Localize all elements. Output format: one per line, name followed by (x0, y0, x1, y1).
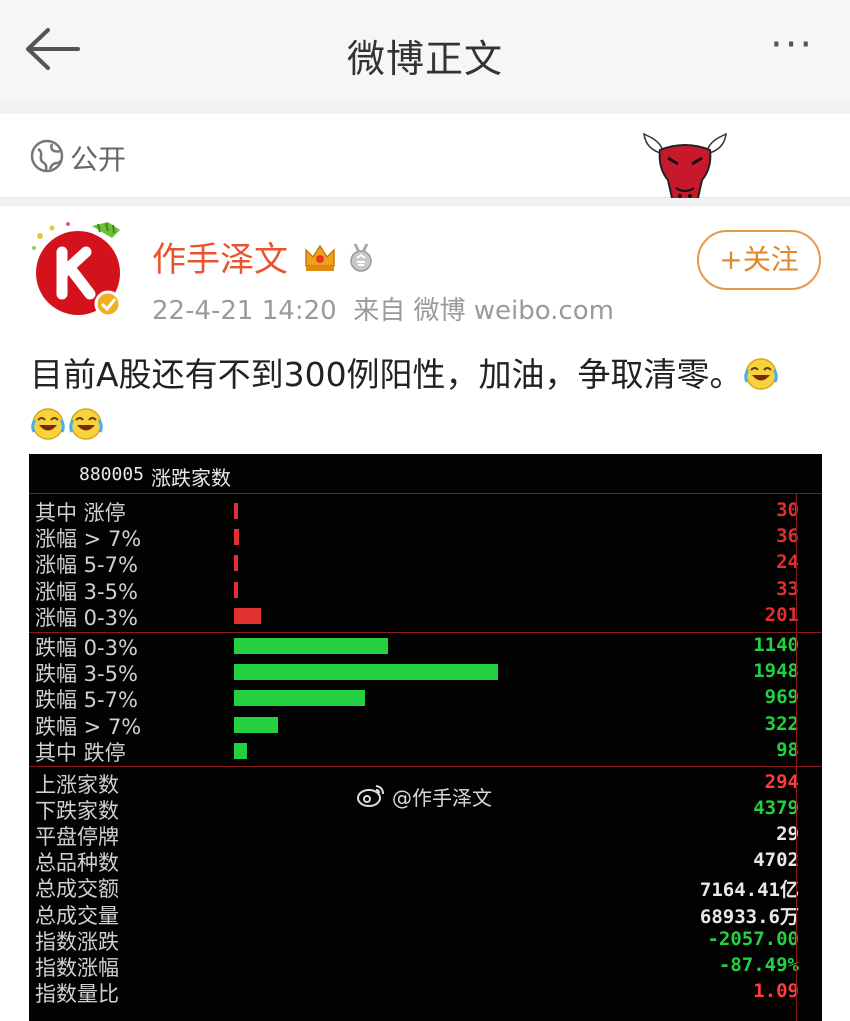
stat-row-value: 1.09 (753, 980, 799, 1003)
stat-row-value: 7164.41亿 (699, 879, 799, 902)
dist-row-value: 201 (764, 603, 799, 626)
laughing-tears-emoji-icon (69, 408, 103, 440)
post-time: 22-4-21 14:20 (152, 296, 337, 326)
stat-row-value: 4379 (753, 796, 799, 819)
advance-bar (234, 555, 238, 572)
medal-badge-icon[interactable] (346, 242, 376, 272)
index-code: 880005 (79, 464, 145, 485)
stat-row-value: 4702 (753, 849, 799, 872)
dist-row-value: 322 (764, 712, 799, 735)
dist-row-label: 其中 跌停 (35, 740, 126, 765)
weibo-logo-icon (357, 785, 384, 807)
more-options-icon[interactable]: ··· (770, 25, 830, 65)
laughing-tears-emoji-icon (743, 358, 778, 390)
stat-row-value: 294 (764, 770, 799, 793)
post-text-block: 目前A股还有不到300例阳性，加油，争取清零。 (30, 352, 830, 398)
page-title: 微博正文 (346, 37, 503, 81)
advance-bar (234, 607, 262, 624)
divider (29, 632, 822, 633)
stat-row-value: -87.49% (718, 953, 799, 976)
post-meta: 22-4-21 14:20 来自 微博 weibo.com (152, 290, 614, 327)
decline-bar (234, 716, 278, 733)
decline-bar (234, 690, 366, 707)
dist-row-value: 1948 (753, 660, 799, 683)
index-name: 涨跌家数 (151, 466, 231, 490)
dist-row-value: 1140 (753, 634, 799, 656)
divider (29, 766, 822, 767)
top-nav-bar: 微博正文 ··· (0, 0, 850, 98)
globe-icon (30, 139, 64, 173)
stat-row-label: 指数量比 (35, 982, 119, 1007)
laughing-tears-emoji-icon (31, 408, 65, 440)
watermark: @作手泽文 (356, 782, 516, 810)
username-link[interactable]: 作手泽文 (152, 232, 288, 281)
divider (796, 494, 797, 1021)
decline-bar (234, 742, 248, 759)
post-source: 来自 微博 weibo.com (353, 296, 614, 326)
dist-row-value: 969 (764, 686, 799, 709)
decline-bar (234, 638, 389, 654)
bull-logo-icon (643, 132, 727, 204)
emoji-row (30, 406, 106, 446)
crown-badge-icon[interactable] (303, 240, 337, 274)
advance-bar (234, 581, 239, 598)
watermark-text: @作手泽文 (392, 786, 492, 810)
advance-bar (234, 503, 239, 519)
divider (0, 198, 850, 206)
post-text: 目前A股还有不到300例阳性，加油，争取清零。 (30, 355, 743, 394)
follow-button[interactable]: +关注 (697, 230, 821, 290)
decline-bar (234, 664, 498, 681)
stat-row-value: 68933.6万 (699, 905, 799, 928)
dist-row-label: 涨幅 0-3% (35, 605, 138, 630)
stat-row-value: -2057.00 (707, 927, 799, 950)
visibility-label: 公开 (70, 143, 127, 176)
panel-header: 880005 涨跌家数 (29, 454, 822, 494)
advance-bar (234, 529, 239, 546)
avatar[interactable] (28, 218, 128, 318)
divider (0, 98, 850, 114)
stock-advance-decline-panel[interactable]: 880005 涨跌家数 @作手泽文 其中 涨停 30 涨幅 > 7% 36 涨幅 5-7… (29, 454, 822, 1021)
